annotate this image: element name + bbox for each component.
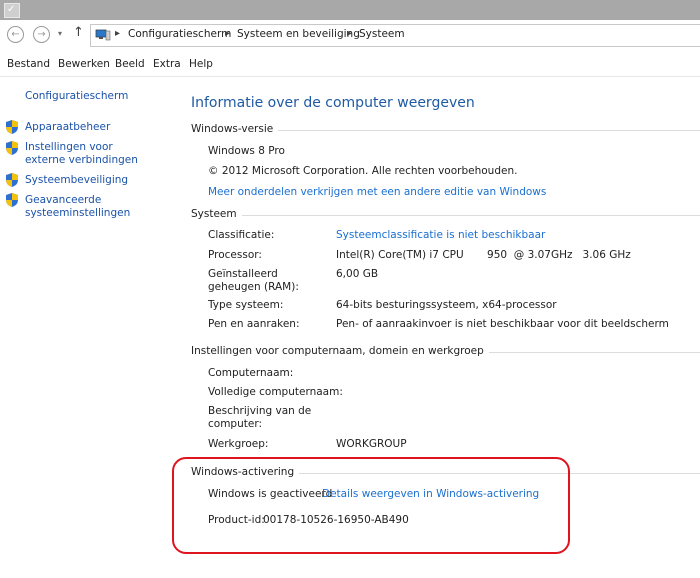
computer-icon xyxy=(95,29,111,41)
sidebar-item-externe-verbindingen[interactable]: Instellingen voor externe verbindingen xyxy=(25,141,145,167)
breadcrumb-separator-icon[interactable]: ▸ xyxy=(225,28,230,39)
label-classificatie: Classificatie: xyxy=(208,229,275,241)
breadcrumb-configuratiescherm[interactable]: Configuratiescherm xyxy=(128,28,231,40)
value-geheugen: 6,00 GB xyxy=(336,268,379,280)
sidebar-home-link[interactable]: Configuratiescherm xyxy=(25,90,128,103)
shield-icon xyxy=(6,120,18,134)
navigation-bar: ← → ▾ ↑ ▸ Configuratiescherm ▸ Systeem e… xyxy=(0,20,700,50)
more-features-link[interactable]: Meer onderdelen verkrijgen met een ander… xyxy=(208,186,546,198)
breadcrumb-systeem[interactable]: Systeem xyxy=(359,28,405,40)
up-arrow-icon[interactable]: ↑ xyxy=(73,25,84,40)
breadcrumb-systeem-en-beveiliging[interactable]: Systeem en beveiliging xyxy=(237,28,360,40)
title-bar: ✓ xyxy=(0,0,700,20)
breadcrumb-separator-icon[interactable]: ▸ xyxy=(347,28,352,39)
copyright-text: © 2012 Microsoft Corporation. Alle recht… xyxy=(208,165,518,177)
breadcrumb-separator-icon[interactable]: ▸ xyxy=(115,28,120,39)
label-beschrijving: Beschrijving van de computer: xyxy=(208,405,312,430)
menu-beeld[interactable]: Beeld xyxy=(115,58,145,70)
label-processor: Processor: xyxy=(208,249,262,261)
value-processor: Intel(R) Core(TM) i7 CPU 950 @ 3.07GHz 3… xyxy=(336,249,631,261)
forward-arrow-icon[interactable]: → xyxy=(33,26,50,43)
back-arrow-icon[interactable]: ← xyxy=(7,26,24,43)
section-heading-computernaam: Instellingen voor computernaam, domein e… xyxy=(191,345,489,357)
label-werkgroep: Werkgroep: xyxy=(208,438,269,450)
page-title: Informatie over de computer weergeven xyxy=(191,95,475,111)
checkmark-icon: ✓ xyxy=(7,4,16,15)
menu-extra[interactable]: Extra xyxy=(153,58,181,70)
menu-bar: Bestand Bewerken Beeld Extra Help xyxy=(0,52,700,77)
shield-icon xyxy=(6,173,18,187)
sidebar-item-apparaatbeheer[interactable]: Apparaatbeheer xyxy=(25,121,170,134)
section-divider xyxy=(191,215,700,216)
label-computernaam: Computernaam: xyxy=(208,367,294,379)
menu-bestand[interactable]: Bestand xyxy=(7,58,50,70)
value-pen-en-aanraken: Pen- of aanraakinvoer is niet beschikbaa… xyxy=(336,318,669,330)
recent-locations-chevron-icon[interactable]: ▾ xyxy=(58,29,62,38)
sidebar: Configuratiescherm Apparaatbeheer Instel… xyxy=(0,77,175,578)
system-menu-icon[interactable]: ✓ xyxy=(4,3,20,18)
windows-edition: Windows 8 Pro xyxy=(208,145,285,157)
section-heading-windows-versie: Windows-versie xyxy=(191,123,279,135)
sidebar-item-geavanceerde-instellingen[interactable]: Geavanceerde systeeminstellingen xyxy=(25,194,135,220)
shield-icon xyxy=(6,193,18,207)
sidebar-item-systeembeveiliging[interactable]: Systeembeveiliging xyxy=(25,174,170,187)
label-volledige-computernaam: Volledige computernaam: xyxy=(208,386,343,398)
value-werkgroep: WORKGROUP xyxy=(336,438,407,450)
label-pen-en-aanraken: Pen en aanraken: xyxy=(208,318,300,330)
menu-bewerken[interactable]: Bewerken xyxy=(58,58,110,70)
system-rating-link[interactable]: Systeemclassificatie is niet beschikbaar xyxy=(336,229,545,241)
highlight-annotation xyxy=(172,457,570,554)
label-type-systeem: Type systeem: xyxy=(208,299,284,311)
value-type-systeem: 64-bits besturingssysteem, x64-processor xyxy=(336,299,557,311)
section-heading-systeem: Systeem xyxy=(191,208,242,220)
address-bar[interactable]: ▸ Configuratiescherm ▸ Systeem en beveil… xyxy=(90,24,700,47)
menu-help[interactable]: Help xyxy=(189,58,213,70)
label-geheugen: Geïnstalleerd geheugen (RAM): xyxy=(208,268,299,293)
shield-icon xyxy=(6,141,18,155)
